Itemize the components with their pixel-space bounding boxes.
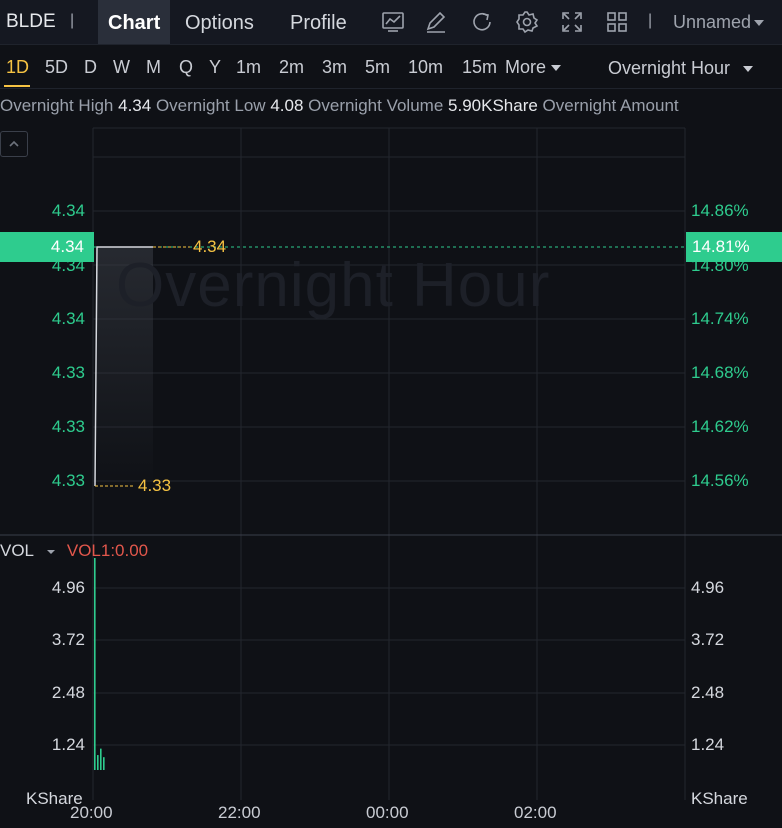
time-axis-tick: 00:00 bbox=[366, 803, 409, 822]
current-percent-tag: 14.81% bbox=[686, 232, 782, 262]
time-axis-tick: 20:00 bbox=[70, 803, 113, 822]
volume-bar bbox=[103, 757, 105, 770]
chart-canvas[interactable] bbox=[0, 0, 782, 828]
low-price-marker: 4.33 bbox=[138, 476, 172, 495]
volume-axis-tick: 4.96 bbox=[51, 578, 85, 597]
volume-axis-tick: 3.72 bbox=[691, 630, 725, 649]
volume-axis-tick: 1.24 bbox=[691, 735, 725, 754]
volume-bar bbox=[100, 748, 102, 770]
percent-axis-tick: 14.56% bbox=[691, 471, 749, 490]
session-watermark: Overnight Hour bbox=[116, 251, 551, 320]
price-axis-tick: 4.33 bbox=[51, 417, 85, 436]
price-grid bbox=[92, 127, 686, 800]
time-axis-tick: 02:00 bbox=[514, 803, 557, 822]
percent-axis-tick: 14.62% bbox=[691, 417, 749, 436]
percent-axis-tick: 14.68% bbox=[691, 363, 749, 382]
volume-indicator-value: VOL1:0.00 bbox=[66, 541, 149, 560]
price-axis-tick: 4.34 bbox=[51, 309, 85, 328]
volume-indicator-header[interactable]: VOL VOL1:0.00 bbox=[0, 541, 148, 561]
volume-axis-tick: 1.24 bbox=[51, 735, 85, 754]
price-axis-tick: 4.33 bbox=[51, 363, 85, 382]
volume-bars bbox=[94, 558, 105, 770]
volume-bar bbox=[97, 755, 99, 770]
volume-axis-tick: 2.48 bbox=[51, 683, 85, 702]
volume-axis-tick: 2.48 bbox=[691, 683, 725, 702]
price-axis-tick: 4.33 bbox=[51, 471, 85, 490]
percent-axis-tick: 14.86% bbox=[691, 201, 749, 220]
volume-unit-right: KShare bbox=[691, 789, 748, 808]
volume-bar bbox=[94, 558, 96, 770]
high-price-marker: 4.34 bbox=[193, 237, 227, 256]
volume-axis-tick: 3.72 bbox=[51, 630, 85, 649]
chevron-down-icon bbox=[47, 550, 56, 554]
current-price-tag: 4.34 bbox=[0, 232, 94, 262]
price-axis-tick: 4.34 bbox=[51, 201, 85, 220]
percent-axis-tick: 14.74% bbox=[691, 309, 749, 328]
volume-axis-tick: 4.96 bbox=[691, 578, 725, 597]
time-axis-tick: 22:00 bbox=[218, 803, 261, 822]
volume-indicator-name: VOL bbox=[0, 541, 34, 560]
